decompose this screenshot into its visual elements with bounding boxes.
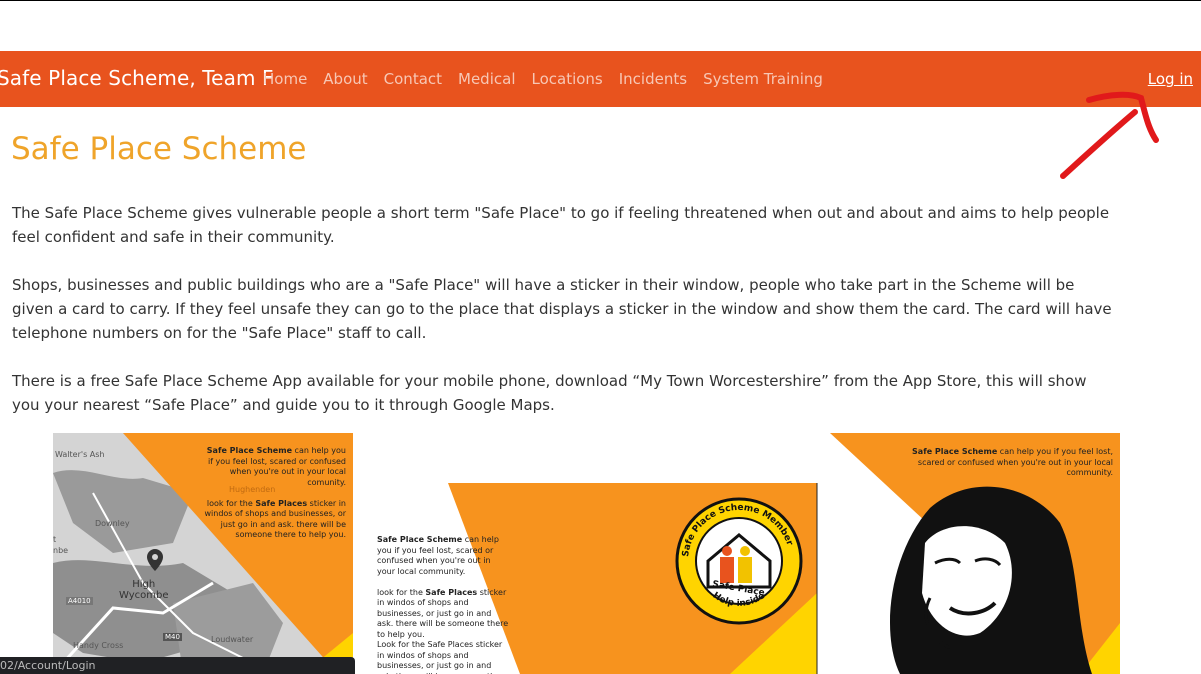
map-card-text: Safe Place Scheme can help you if you fe…	[204, 446, 346, 539]
map-label-high-wycombe: High Wycombe	[119, 579, 169, 601]
brand-link[interactable]: Safe Place Scheme, Team F	[0, 66, 274, 90]
nav-medical[interactable]: Medical	[458, 70, 515, 88]
app-paragraph: There is a free Safe Place Scheme App av…	[12, 372, 1087, 414]
map-label-walters-ash: Walter's Ash	[55, 450, 105, 459]
sticker-card-image: Safe Place Scheme Member Help inside Saf…	[370, 433, 818, 674]
map-card-image: Walter's Ash t nbe Downley Hughenden Hig…	[53, 433, 353, 674]
window-top-border	[0, 0, 1201, 1]
page-title: Safe Place Scheme	[11, 131, 307, 167]
nav-contact[interactable]: Contact	[384, 70, 442, 88]
map-label-t: t	[53, 535, 57, 544]
nav-about[interactable]: About	[323, 70, 367, 88]
status-bar-url: 02/Account/Login	[0, 657, 355, 674]
nav-system-training[interactable]: System Training	[703, 70, 823, 88]
nav-locations[interactable]: Locations	[531, 70, 602, 88]
sticker-card-text: Safe Place Scheme can help you if you fe…	[377, 535, 509, 674]
nav-home[interactable]: Home	[263, 70, 307, 88]
intro-paragraph: The Safe Place Scheme gives vulnerable p…	[12, 204, 1110, 246]
nav-links: Home About Contact Medical Locations Inc…	[263, 70, 839, 88]
map-label-nbe: nbe	[53, 546, 69, 555]
face-card-image: Safe Place Scheme can help you if you fe…	[830, 433, 1120, 674]
map-label-m40: M40	[163, 633, 182, 641]
login-link[interactable]: Log in	[1148, 70, 1193, 88]
stickers-paragraph: Shops, businesses and public buildings w…	[12, 276, 1112, 342]
navbar: Safe Place Scheme, Team F Home About Con…	[0, 51, 1201, 107]
map-label-handy-cross: Handy Cross	[73, 641, 124, 650]
face-card-text: Safe Place Scheme can help you if you fe…	[912, 447, 1113, 477]
map-label-loudwater: Loudwater	[211, 635, 254, 644]
map-label-downley: Downley	[95, 519, 130, 528]
nav-incidents[interactable]: Incidents	[619, 70, 687, 88]
map-label-a4010: A4010	[66, 597, 93, 605]
